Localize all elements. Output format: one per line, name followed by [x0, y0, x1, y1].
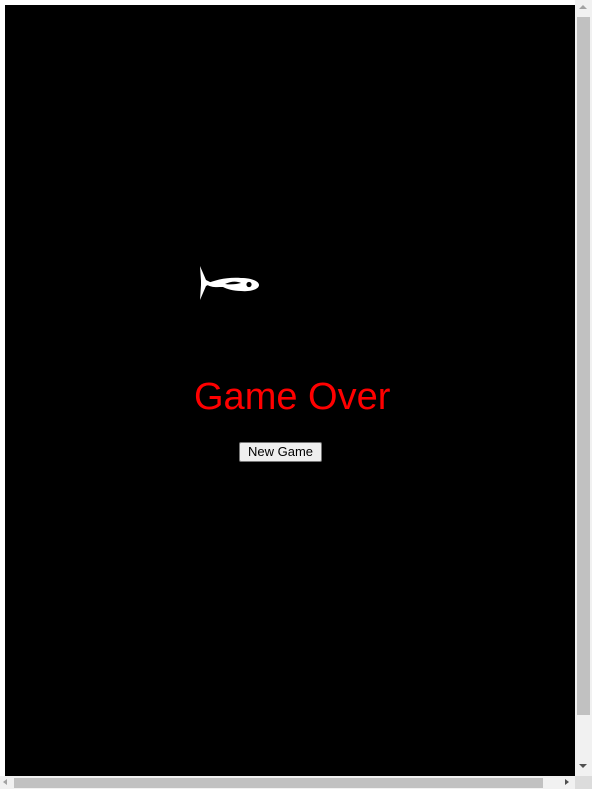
- horizontal-scroll-thumb[interactable]: [14, 778, 543, 788]
- game-over-text: Game Over: [194, 376, 391, 418]
- scroll-up-arrow-icon[interactable]: [579, 5, 587, 9]
- scroll-down-arrow-icon[interactable]: [579, 764, 587, 768]
- scroll-left-arrow-icon[interactable]: [3, 779, 7, 785]
- new-game-button[interactable]: New Game: [239, 442, 322, 462]
- vertical-scroll-thumb[interactable]: [577, 17, 590, 715]
- scrollbar-corner: [575, 776, 592, 789]
- scroll-right-arrow-icon[interactable]: [565, 779, 569, 785]
- horizontal-scrollbar[interactable]: [0, 776, 575, 789]
- game-canvas: Game Over New Game: [5, 5, 575, 776]
- fish-icon: [200, 266, 259, 300]
- vertical-scrollbar[interactable]: [575, 0, 592, 776]
- browser-viewport: Game Over New Game: [0, 0, 592, 789]
